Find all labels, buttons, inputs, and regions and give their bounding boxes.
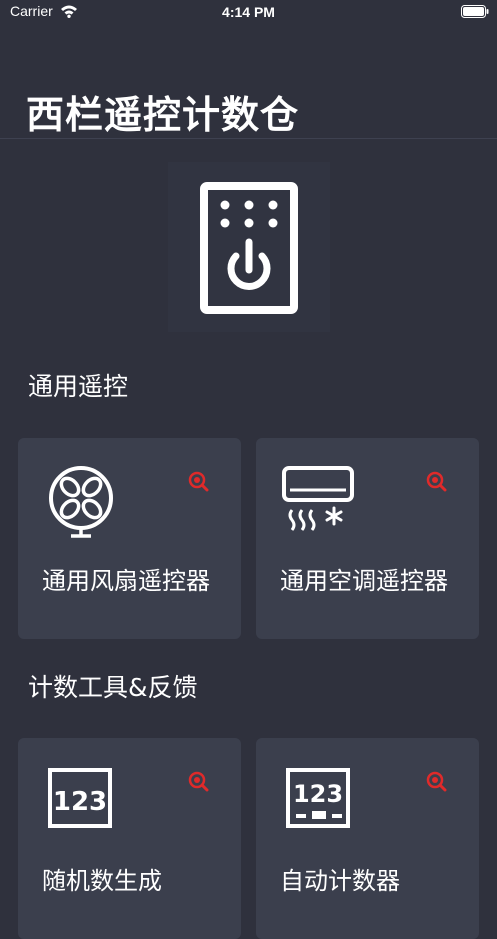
svg-text:123: 123	[293, 780, 343, 808]
title-divider	[0, 138, 497, 139]
ac-remote-card[interactable]: 通用空调遥控器	[256, 438, 479, 639]
clock: 4:14 PM	[222, 4, 275, 20]
auto-counter-card[interactable]: 123 自动计数器	[256, 738, 479, 939]
card-label: 自动计数器	[280, 867, 400, 895]
counter-icon: 123	[286, 768, 350, 828]
section-title-tools: 计数工具&反馈	[28, 673, 198, 702]
air-conditioner-icon	[282, 466, 354, 531]
card-label: 通用风扇遥控器	[42, 567, 210, 595]
card-label: 通用空调遥控器	[280, 567, 448, 595]
number-box-icon: 123	[48, 768, 112, 828]
card-label: 随机数生成	[42, 867, 162, 895]
remote-control-icon	[168, 162, 330, 332]
status-bar: Carrier 4:14 PM	[0, 0, 497, 26]
svg-text:123: 123	[53, 787, 107, 817]
fan-remote-card[interactable]: 通用风扇遥控器	[18, 438, 241, 639]
hot-badge-icon	[188, 771, 209, 792]
hot-badge-icon	[188, 471, 209, 492]
random-number-card[interactable]: 123 随机数生成	[18, 738, 241, 939]
section-title-remote: 通用遥控	[28, 372, 129, 401]
fan-icon	[49, 466, 113, 538]
hot-badge-icon	[426, 471, 447, 492]
battery-icon	[461, 5, 489, 18]
page-title: 西栏遥控计数仓	[26, 93, 300, 137]
hot-badge-icon	[426, 771, 447, 792]
